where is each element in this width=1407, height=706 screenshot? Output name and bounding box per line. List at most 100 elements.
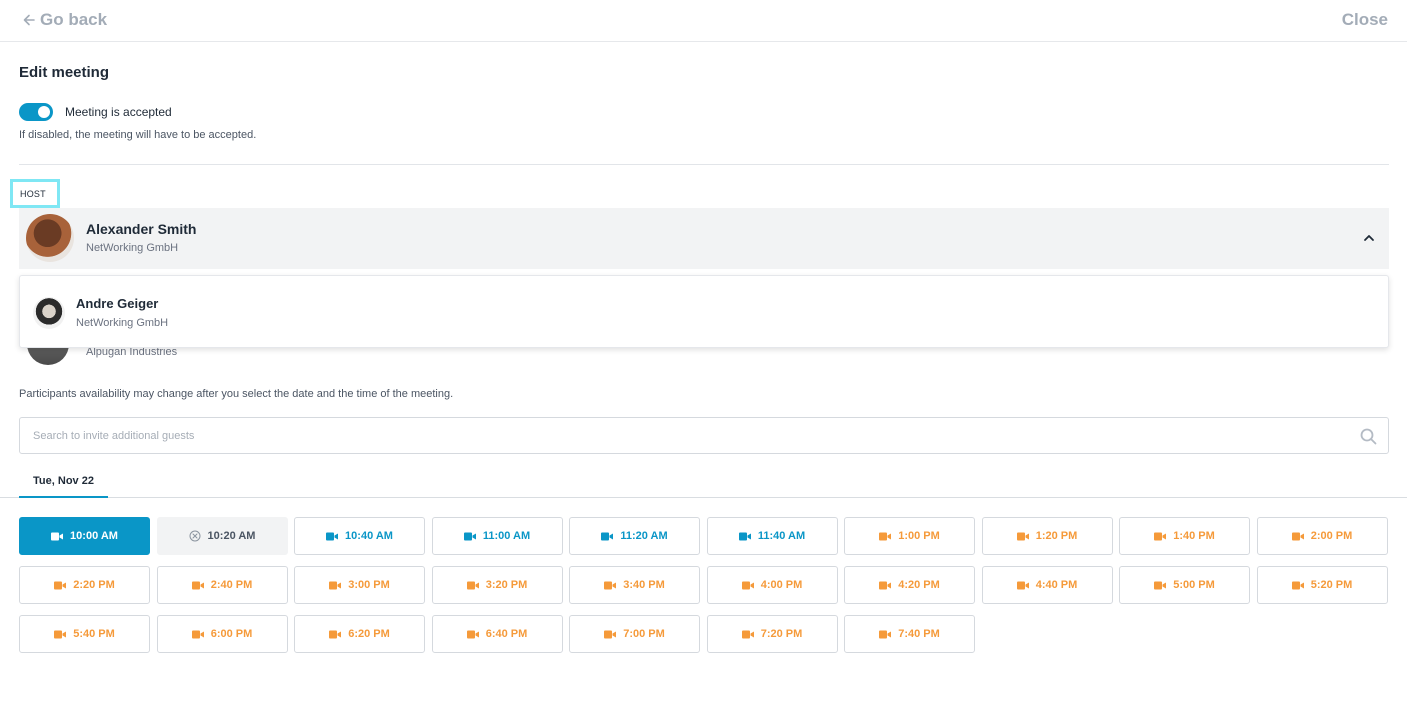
time-slot-button[interactable]: 1:20 PM — [981, 517, 1113, 555]
time-slot-button[interactable]: 3:20 PM — [431, 566, 563, 604]
time-slot-label: 10:20 AM — [207, 530, 256, 542]
chevron-up-icon[interactable] — [1363, 232, 1375, 244]
host-option-company: NetWorking GmbH — [76, 317, 169, 329]
video-icon — [1016, 581, 1029, 589]
video-icon — [604, 630, 617, 638]
page-title: Edit meeting — [19, 64, 110, 81]
video-icon — [879, 581, 892, 589]
host-option[interactable]: Andre Geiger NetWorking GmbH — [20, 276, 1388, 347]
top-bar: Go back Close — [0, 0, 1407, 42]
time-slot-button: 10:20 AM — [156, 517, 288, 555]
video-icon — [1016, 532, 1029, 540]
time-slot-button[interactable]: 6:40 PM — [431, 615, 563, 653]
time-slot-button[interactable]: 2:20 PM — [19, 566, 150, 604]
time-slot-button[interactable]: 7:20 PM — [706, 615, 838, 653]
video-icon — [1154, 581, 1167, 589]
video-icon — [326, 532, 339, 540]
meeting-accepted-label: Meeting is accepted — [65, 105, 172, 119]
time-slot-label: 11:40 AM — [757, 530, 806, 542]
time-slot-button[interactable]: 1:40 PM — [1119, 517, 1250, 555]
video-icon — [54, 630, 67, 638]
video-icon — [601, 532, 614, 540]
section-divider — [19, 164, 1389, 165]
time-slot-button[interactable]: 5:40 PM — [19, 615, 150, 653]
guest-search — [19, 417, 1389, 454]
guest-search-input[interactable] — [20, 418, 1388, 453]
time-slot-label: 2:00 PM — [1310, 530, 1353, 542]
time-slot-button[interactable]: 11:40 AM — [706, 517, 838, 555]
time-slot-button[interactable]: 6:00 PM — [156, 615, 288, 653]
time-slot-label: 5:00 PM — [1173, 579, 1215, 591]
time-slot-label: 7:20 PM — [760, 628, 803, 640]
video-icon — [1291, 581, 1304, 589]
video-icon — [466, 630, 479, 638]
time-slot-button[interactable]: 4:20 PM — [844, 566, 975, 604]
time-slot-button[interactable]: 5:20 PM — [1256, 566, 1388, 604]
time-slot-button[interactable]: 7:00 PM — [569, 615, 700, 653]
time-slot-label: 2:40 PM — [210, 579, 253, 591]
time-slot-label: 6:00 PM — [210, 628, 253, 640]
video-icon — [191, 630, 204, 638]
time-slot-label: 3:20 PM — [485, 579, 528, 591]
host-dropdown: Andre Geiger NetWorking GmbH — [19, 275, 1389, 348]
time-slot-button[interactable]: 11:00 AM — [431, 517, 563, 555]
video-icon — [741, 630, 754, 638]
go-back-label: Go back — [40, 10, 108, 29]
time-slot-label: 7:00 PM — [623, 628, 665, 640]
time-slot-button[interactable]: 10:00 AM — [19, 517, 150, 555]
close-button[interactable]: Close — [1342, 10, 1388, 30]
time-slot-button[interactable]: 4:40 PM — [981, 566, 1113, 604]
time-slot-label: 2:20 PM — [73, 579, 115, 591]
video-icon — [329, 630, 342, 638]
time-slot-label: 6:20 PM — [348, 628, 390, 640]
time-slot-button[interactable]: 10:40 AM — [294, 517, 425, 555]
date-tab-bar — [0, 497, 1407, 498]
go-back-link[interactable]: Go back — [22, 10, 107, 30]
x-circle-icon — [189, 530, 201, 542]
time-slot-button[interactable]: 3:40 PM — [569, 566, 700, 604]
video-icon — [741, 581, 754, 589]
time-slot-label: 6:40 PM — [485, 628, 528, 640]
time-slot-label: 10:40 AM — [345, 530, 393, 542]
host-section-label: HOST — [10, 179, 60, 208]
search-icon[interactable] — [1360, 428, 1377, 445]
host-avatar — [26, 214, 74, 262]
time-slot-label: 1:40 PM — [1173, 530, 1215, 542]
host-select[interactable]: Alexander Smith NetWorking GmbH — [19, 208, 1389, 269]
host-name: Alexander Smith — [86, 221, 197, 237]
time-slot-button[interactable]: 6:20 PM — [294, 615, 425, 653]
time-slot-button[interactable]: 2:00 PM — [1256, 517, 1388, 555]
meeting-accepted-toggle[interactable] — [19, 103, 53, 121]
time-slot-label: 5:40 PM — [73, 628, 115, 640]
video-icon — [466, 581, 479, 589]
time-slot-label: 10:00 AM — [70, 530, 118, 542]
video-icon — [463, 532, 476, 540]
time-slot-label: 1:00 PM — [898, 530, 940, 542]
time-slot-label: 7:40 PM — [898, 628, 940, 640]
video-icon — [1154, 532, 1167, 540]
time-slot-label: 11:00 AM — [482, 530, 531, 542]
time-slot-button[interactable]: 1:00 PM — [844, 517, 975, 555]
host-company: NetWorking GmbH — [86, 242, 179, 254]
date-tab[interactable]: Tue, Nov 22 — [19, 473, 108, 498]
video-icon — [191, 581, 204, 589]
time-slot-button[interactable]: 4:00 PM — [706, 566, 838, 604]
host-option-name: Andre Geiger — [76, 296, 159, 311]
time-slot-grid: 10:00 AM 10:20 AM 10:40 AM 11:00 AM 11:20 AM… — [19, 517, 1389, 653]
time-slot-button[interactable]: 3:00 PM — [294, 566, 425, 604]
time-slot-label: 3:00 PM — [348, 579, 390, 591]
time-slot-label: 4:20 PM — [898, 579, 940, 591]
video-icon — [879, 532, 892, 540]
availability-note: Participants availability may change aft… — [19, 388, 454, 400]
time-slot-button[interactable]: 2:40 PM — [156, 566, 288, 604]
host-option-avatar — [33, 297, 65, 329]
time-slot-label: 4:00 PM — [760, 579, 803, 591]
time-slot-button[interactable]: 5:00 PM — [1119, 566, 1250, 604]
time-slot-button[interactable]: 7:40 PM — [844, 615, 975, 653]
arrow-left-icon — [23, 14, 35, 26]
time-slot-label: 5:20 PM — [1310, 579, 1353, 591]
video-icon — [1291, 532, 1304, 540]
video-icon — [329, 581, 342, 589]
time-slot-label: 4:40 PM — [1035, 579, 1078, 591]
time-slot-button[interactable]: 11:20 AM — [569, 517, 700, 555]
